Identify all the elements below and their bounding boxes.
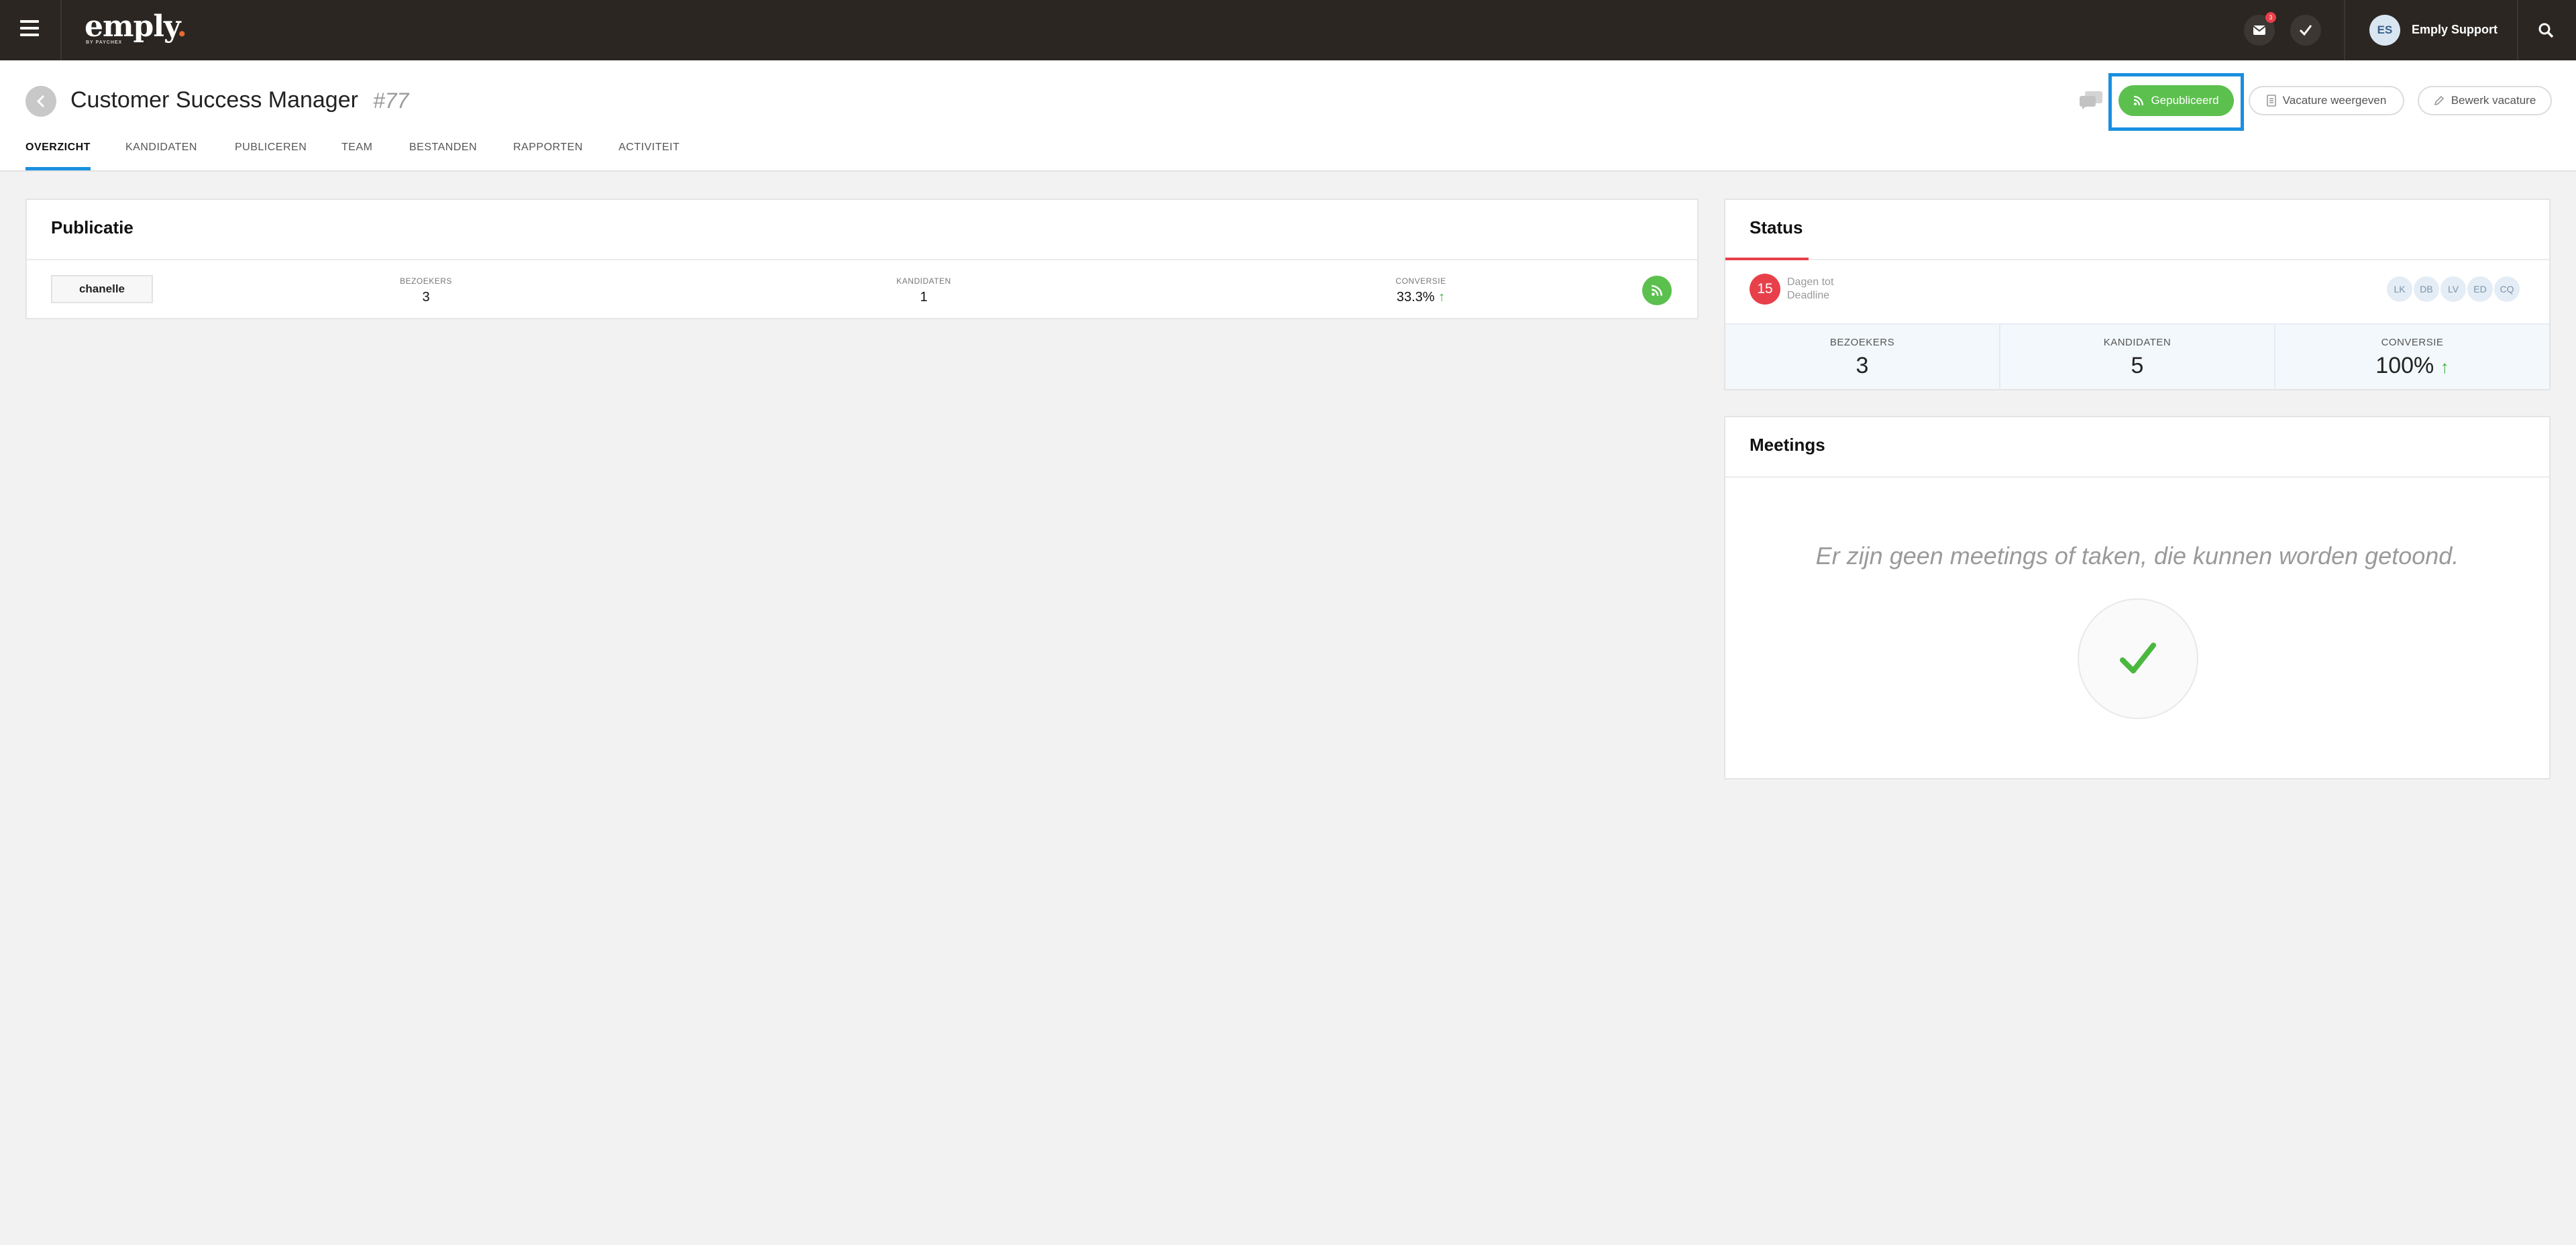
tab-publiceren[interactable]: PUBLICEREN	[235, 140, 307, 172]
meetings-empty-text: Er zijn geen meetings of taken, die kunn…	[1815, 542, 2459, 570]
logo-dot: .	[176, 9, 187, 44]
tasks-button[interactable]	[2290, 15, 2321, 46]
conversion-value: 33.3% ↑	[1344, 290, 1498, 305]
tab-kandidaten[interactable]: KANDIDATEN	[125, 140, 197, 172]
status-conversion-label: CONVERSIE	[2381, 337, 2444, 348]
status-candidates-label: KANDIDATEN	[2103, 337, 2171, 348]
days-label-line-2: Deadline	[1787, 290, 1830, 301]
avatar[interactable]: ES	[2369, 15, 2400, 46]
status-conversion: CONVERSIE 100% ↑	[2275, 325, 2549, 390]
active-tab-indicator	[25, 167, 91, 170]
edit-vacancy-label: Bewerk vacature	[2451, 94, 2536, 107]
status-stats-strip: BEZOEKERS 3 KANDIDATEN 5 CONVERSIE 100% …	[1725, 323, 2549, 390]
view-vacancy-label: Vacature weergeven	[2282, 94, 2387, 107]
topbar-divider	[2344, 0, 2345, 60]
candidates-value: 1	[920, 290, 928, 305]
back-button[interactable]	[25, 86, 56, 117]
comments-icon[interactable]	[2078, 90, 2104, 110]
user-name[interactable]: Emply Support	[2412, 23, 2498, 37]
page-header: Customer Success Manager #77 Gepubliceer…	[0, 60, 2576, 172]
topbar-divider	[2517, 0, 2518, 60]
status-candidates: KANDIDATEN 5	[2000, 325, 2274, 390]
conversion-number: 33.3%	[1396, 290, 1435, 305]
team-member-avatar[interactable]: LV	[2439, 275, 2467, 303]
visitors-value: 3	[422, 290, 430, 305]
status-card: Status 15 Dagen tot Deadline LK DB LV ED…	[1724, 199, 2551, 390]
topbar-divider	[60, 0, 62, 60]
status-conversion-value: 100% ↑	[2275, 353, 2549, 379]
team-member-avatar[interactable]: CQ	[2493, 275, 2521, 303]
page-title: Customer Success Manager	[70, 87, 358, 113]
notification-badge: 3	[2265, 12, 2276, 23]
emply-logo[interactable]: emply.	[85, 9, 187, 44]
check-icon	[2120, 643, 2156, 673]
days-to-deadline-label: Dagen tot Deadline	[1787, 276, 1833, 303]
candidates-label: KANDIDATEN	[896, 276, 951, 286]
rss-icon	[1651, 285, 1662, 296]
arrow-up-icon: ↑	[2440, 357, 2449, 377]
published-label: Gepubliceerd	[2151, 94, 2219, 107]
team-member-avatar[interactable]: DB	[2412, 275, 2440, 303]
tab-team[interactable]: TEAM	[341, 140, 372, 172]
publication-title: Publicatie	[51, 217, 133, 237]
card-divider	[1725, 476, 2549, 478]
messages-button[interactable]: 3	[2244, 12, 2276, 46]
mail-icon	[2253, 25, 2266, 35]
job-id: #77	[373, 89, 409, 113]
rss-feed-button[interactable]	[1642, 276, 1672, 305]
rss-icon	[2134, 95, 2144, 106]
menu-icon[interactable]	[20, 20, 39, 39]
status-candidates-value: 5	[2131, 353, 2144, 378]
card-divider	[27, 259, 1697, 260]
pencil-icon	[2434, 95, 2444, 106]
empty-state-check	[2078, 598, 2198, 719]
published-status-button[interactable]: Gepubliceerd	[2118, 85, 2234, 116]
publication-channel[interactable]: chanelle	[51, 275, 153, 303]
status-conversion-number: 100%	[2375, 353, 2434, 378]
tab-rapporten[interactable]: RAPPORTEN	[513, 140, 583, 172]
tab-bestanden[interactable]: BESTANDEN	[409, 140, 477, 172]
team-member-avatar[interactable]: LK	[2385, 275, 2414, 303]
logo-subtitle: BY PAYCHEX	[86, 40, 123, 45]
arrow-up-icon: ↑	[1438, 290, 1446, 305]
meetings-title: Meetings	[1750, 435, 1825, 455]
document-icon	[2266, 95, 2276, 107]
conversion-label: CONVERSIE	[1395, 276, 1446, 286]
top-navigation-bar: emply. BY PAYCHEX 3 ES Emply Support	[0, 0, 2576, 60]
logo-text: emply	[85, 9, 178, 44]
edit-vacancy-button[interactable]: Bewerk vacature	[2418, 86, 2552, 115]
status-title-underline	[1725, 258, 1809, 260]
tab-activiteit[interactable]: ACTIVITEIT	[619, 140, 680, 172]
status-visitors: BEZOEKERS 3	[1725, 325, 1999, 390]
view-vacancy-button[interactable]: Vacature weergeven	[2249, 86, 2404, 115]
status-visitors-label: BEZOEKERS	[1829, 337, 1895, 348]
status-title: Status	[1750, 217, 1803, 237]
chevron-left-icon	[36, 95, 45, 108]
card-divider	[1725, 259, 2549, 260]
status-visitors-value: 3	[1856, 353, 1869, 378]
publication-card: Publicatie chanelle BEZOEKERS 3 KANDIDAT…	[25, 199, 1699, 319]
check-icon	[2299, 25, 2312, 36]
days-label-line-1: Dagen tot	[1787, 276, 1834, 288]
days-to-deadline-badge: 15	[1750, 274, 1780, 305]
search-icon[interactable]	[2536, 20, 2557, 42]
meetings-card: Meetings Er zijn geen meetings of taken,…	[1724, 416, 2551, 779]
team-member-avatar[interactable]: ED	[2466, 275, 2494, 303]
visitors-label: BEZOEKERS	[400, 276, 452, 286]
